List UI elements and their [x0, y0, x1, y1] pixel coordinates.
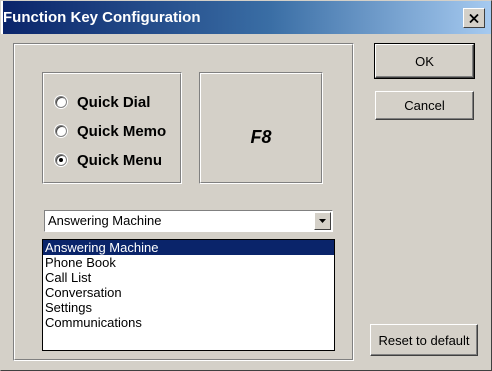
radio-quick-dial[interactable]: Quick Dial: [55, 92, 150, 112]
title-bar[interactable]: Function Key Configuration: [1, 1, 491, 34]
radio-quick-menu[interactable]: Quick Menu: [55, 150, 162, 170]
list-item-phone-book[interactable]: Phone Book: [43, 255, 334, 270]
list-item-settings[interactable]: Settings: [43, 300, 334, 315]
radio-quick-memo[interactable]: Quick Memo: [55, 121, 166, 141]
dialog-title: Function Key Configuration: [3, 9, 201, 26]
dialog-window: Function Key Configuration Quick Dial Qu…: [0, 0, 492, 371]
close-button[interactable]: [463, 8, 485, 28]
ok-button[interactable]: OK: [374, 43, 475, 79]
radio-quick-menu-label: Quick Menu: [77, 151, 163, 169]
list-item-answering-machine[interactable]: Answering Machine: [43, 240, 334, 255]
key-display: F8: [250, 127, 272, 147]
reset-to-default-button[interactable]: Reset to default: [370, 324, 478, 356]
dropdown-value: Answering Machine: [48, 213, 162, 228]
radio-quick-dial-circle[interactable]: [55, 96, 67, 108]
chevron-down-icon: [319, 219, 326, 223]
list-item-call-list[interactable]: Call List: [43, 270, 334, 285]
radio-quick-dial-label: Quick Dial: [77, 93, 151, 111]
function-dropdown[interactable]: Answering Machine: [44, 210, 333, 232]
radio-quick-menu-circle[interactable]: [55, 154, 67, 166]
key-display-panel: F8: [199, 72, 323, 184]
list-item-communications[interactable]: Communications: [43, 315, 334, 330]
close-icon: [469, 13, 479, 23]
mode-group: Quick Dial Quick Memo Quick Menu: [42, 72, 182, 184]
list-item-conversation[interactable]: Conversation: [43, 285, 334, 300]
cancel-button[interactable]: Cancel: [375, 91, 474, 120]
radio-selected-dot: [59, 158, 63, 162]
dropdown-list[interactable]: Answering Machine Phone Book Call List C…: [42, 239, 335, 351]
radio-quick-memo-label: Quick Memo: [77, 122, 167, 140]
dropdown-button[interactable]: [314, 212, 331, 230]
radio-quick-memo-circle[interactable]: [55, 125, 67, 137]
